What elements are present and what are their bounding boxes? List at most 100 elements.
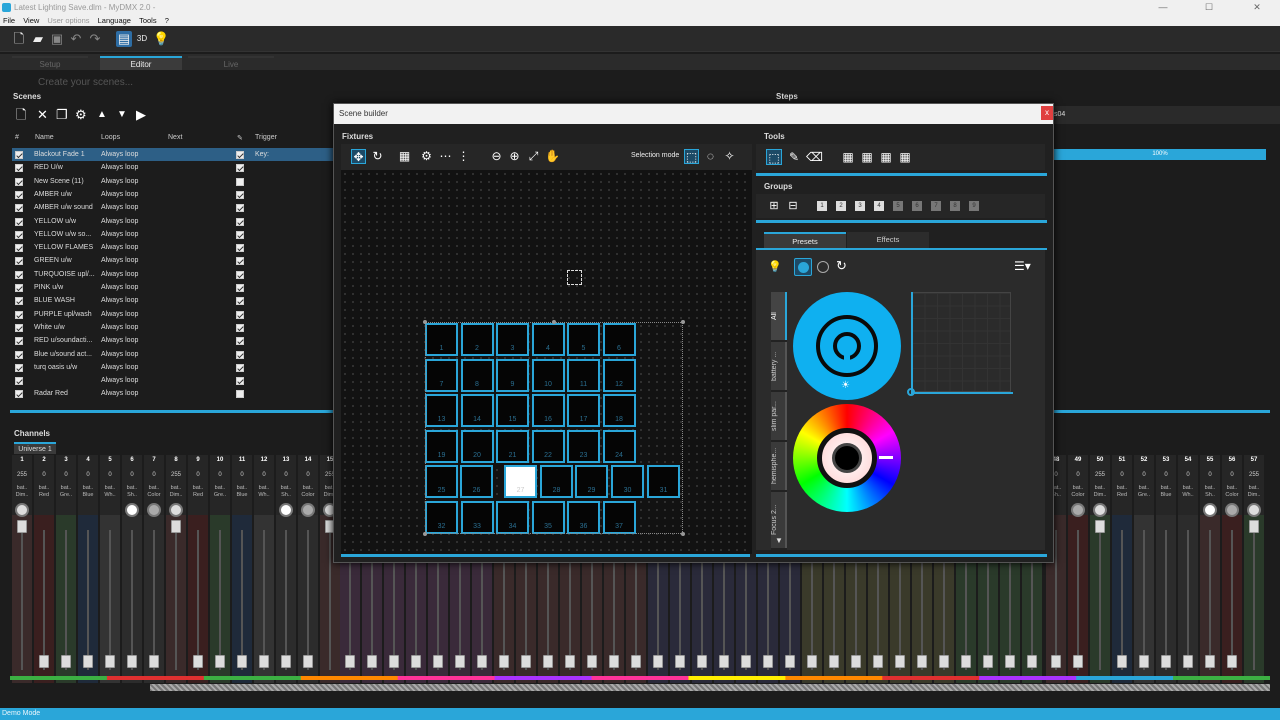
rect-select-icon[interactable]: ⬚ [684, 149, 699, 164]
scene-loops[interactable]: Always loop [101, 175, 138, 188]
fader-thumb[interactable] [697, 655, 707, 668]
dimmer-knob-icon[interactable] [15, 503, 29, 517]
fixture-type-tab[interactable]: slim par... [771, 392, 787, 440]
scene-trigger-checkbox[interactable] [236, 350, 244, 359]
selection-handle[interactable] [552, 320, 556, 324]
dialog-close-button[interactable]: x [1041, 106, 1053, 120]
scene-trigger-checkbox[interactable] [236, 244, 244, 253]
fader-thumb[interactable] [237, 655, 247, 668]
group-button-1[interactable]: 1 [817, 201, 827, 211]
scene-trigger-checkbox[interactable] [236, 323, 244, 332]
fader-thumb[interactable] [741, 655, 751, 668]
tabs-scroll-down-icon[interactable]: ▼ [771, 536, 787, 548]
scene-row[interactable]: PINK u/w Always loop [12, 281, 334, 294]
pan-tilt-pad[interactable] [911, 292, 1011, 392]
scene-trigger-checkbox[interactable] [236, 363, 244, 372]
scene-row[interactable]: YELLOW u/w Always loop [12, 215, 334, 228]
color-wheel[interactable] [793, 404, 901, 512]
fader-thumb[interactable] [281, 655, 291, 668]
group-button-9[interactable]: 9 [969, 201, 979, 211]
dimmer-knob-icon[interactable] [1093, 503, 1107, 517]
save-icon[interactable]: ▣ [49, 31, 65, 47]
rotate-icon[interactable]: ↻ [370, 149, 385, 164]
menu-tools[interactable]: Tools [139, 16, 157, 25]
scene-enable-checkbox[interactable] [15, 190, 23, 199]
scene-row[interactable]: RED U/w Always loop [12, 161, 334, 174]
more-horizontal-icon[interactable]: ⋯ [438, 149, 453, 164]
grid-icon[interactable]: ▦ [397, 149, 412, 164]
scene-loops[interactable]: Always loop [101, 188, 138, 201]
scene-loops[interactable]: Always loop [101, 294, 138, 307]
group-button-6[interactable]: 6 [912, 201, 922, 211]
fader-thumb[interactable] [411, 655, 421, 668]
tab-presets[interactable]: Presets [764, 232, 846, 248]
pan-hand-icon[interactable]: ✋ [545, 149, 560, 164]
scene-loops[interactable]: Always loop [101, 241, 138, 254]
scene-loops[interactable]: Always loop [101, 374, 138, 387]
channel-scrollbar[interactable] [150, 684, 1270, 691]
scene-loops[interactable]: Always loop [101, 201, 138, 214]
scene-row[interactable]: TURQUOISE upl/... Always loop [12, 268, 334, 281]
fader-thumb[interactable] [1117, 655, 1127, 668]
tab-universe-1[interactable]: Universe 1 [14, 442, 56, 454]
scene-trigger-checkbox[interactable] [236, 230, 244, 239]
group-button-3[interactable]: 3 [855, 201, 865, 211]
group-button-7[interactable]: 7 [931, 201, 941, 211]
fader-thumb[interactable] [259, 655, 269, 668]
scene-enable-checkbox[interactable] [15, 217, 23, 226]
scene-enable-checkbox[interactable] [15, 230, 23, 239]
group-button-4[interactable]: 4 [874, 201, 884, 211]
scene-enable-checkbox[interactable] [15, 350, 23, 359]
scene-enable-checkbox[interactable] [15, 390, 23, 399]
fit-view-icon[interactable]: ⤢ [526, 149, 541, 164]
scene-trigger-checkbox[interactable] [236, 310, 244, 319]
menu-user-options[interactable]: User options [47, 16, 89, 25]
menu-help[interactable]: ? [165, 16, 169, 25]
scene-trigger-checkbox[interactable] [236, 377, 244, 386]
fader-thumb[interactable] [39, 655, 49, 668]
fader-thumb[interactable] [1005, 655, 1015, 668]
fader-thumb[interactable] [1161, 655, 1171, 668]
fader-thumb[interactable] [961, 655, 971, 668]
minimize-button[interactable]: — [1140, 0, 1186, 15]
scene-row[interactable]: turq oasis u/w Always loop [12, 361, 334, 374]
fader-thumb[interactable] [171, 520, 181, 533]
fader-thumb[interactable] [1249, 520, 1259, 533]
fader-thumb[interactable] [543, 655, 553, 668]
scene-row[interactable]: Blue u/sound act... Always loop [12, 348, 334, 361]
refresh-icon[interactable]: ↻ [836, 258, 847, 274]
fixture-type-tab[interactable]: battery ... [771, 342, 787, 390]
fader-thumb[interactable] [83, 655, 93, 668]
fixture-type-tab[interactable]: hemisphe... [771, 442, 787, 490]
white-mode-icon[interactable] [817, 261, 829, 273]
fader-thumb[interactable] [17, 520, 27, 533]
poly-select-icon[interactable]: ✧ [722, 149, 737, 164]
eraser-icon[interactable]: ⌫ [806, 149, 823, 165]
redo-icon[interactable]: ↷ [87, 31, 103, 47]
menu-view[interactable]: View [23, 16, 39, 25]
undo-icon[interactable]: ↶ [68, 31, 84, 47]
scene-enable-checkbox[interactable] [15, 363, 23, 372]
delete-scene-icon[interactable]: ✕ [37, 107, 48, 123]
fader-thumb[interactable] [127, 655, 137, 668]
fader-thumb[interactable] [587, 655, 597, 668]
color-mode-icon[interactable] [794, 258, 812, 276]
fader-thumb[interactable] [193, 655, 203, 668]
scene-enable-checkbox[interactable] [15, 310, 23, 319]
scene-row[interactable]: White u/w Always loop [12, 321, 334, 334]
fader-thumb[interactable] [1073, 655, 1083, 668]
fader-thumb[interactable] [1139, 655, 1149, 668]
scene-trigger-checkbox[interactable] [236, 297, 244, 306]
scene-enable-checkbox[interactable] [15, 257, 23, 266]
scene-loops[interactable]: Always loop [101, 254, 138, 267]
scene-enable-checkbox[interactable] [15, 284, 23, 292]
scene-enable-checkbox[interactable] [15, 204, 23, 213]
fader-thumb[interactable] [1051, 655, 1061, 668]
scene-trigger-checkbox[interactable] [236, 217, 244, 226]
fader-thumb[interactable] [367, 655, 377, 668]
fader-thumb[interactable] [983, 655, 993, 668]
fader-thumb[interactable] [389, 655, 399, 668]
scene-trigger-checkbox[interactable] [236, 164, 244, 173]
intensity-wheel[interactable]: ☀ [793, 292, 901, 400]
scene-row[interactable]: AMBER u/w Always loop [12, 188, 334, 201]
